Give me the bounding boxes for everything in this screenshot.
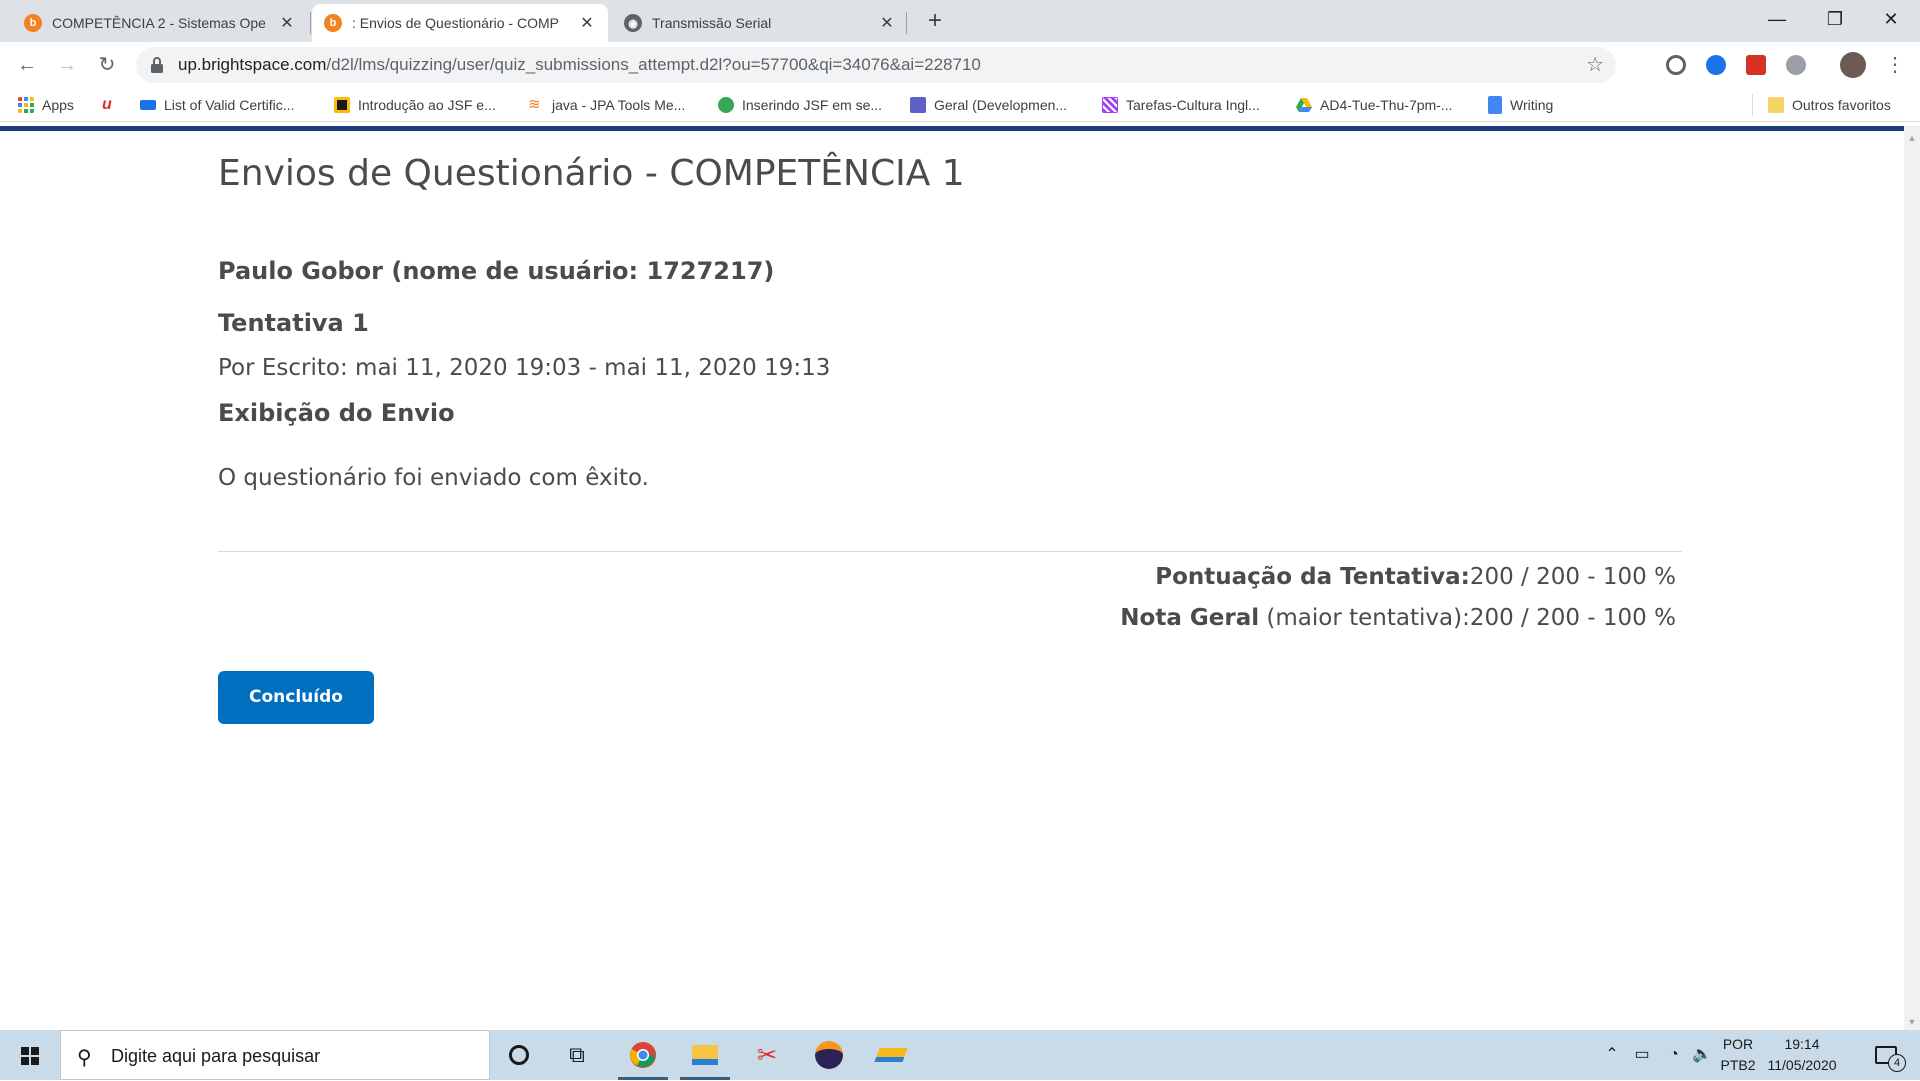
scrollbar[interactable]: ▲ ▼ bbox=[1904, 126, 1920, 1030]
bookmark-outros-favoritos[interactable]: Outros favoritos bbox=[1768, 88, 1891, 122]
app-yellow-icon[interactable] bbox=[862, 1030, 920, 1080]
bookmark-tarefas-cultura[interactable]: Tarefas-Cultura Ingl... bbox=[1102, 88, 1260, 122]
display-heading: Exibição do Envio bbox=[218, 399, 455, 427]
url-text: up.brightspace.com/d2l/lms/quizzing/user… bbox=[178, 55, 981, 74]
attempt-heading: Tentativa 1 bbox=[218, 309, 369, 337]
purple-pattern-icon bbox=[1102, 97, 1118, 113]
tab-transmissao-serial[interactable]: ◉ Transmissão Serial ✕ bbox=[612, 4, 908, 42]
chrome-icon[interactable] bbox=[614, 1030, 672, 1080]
tab-title: COMPETÊNCIA 2 - Sistemas Ope bbox=[52, 15, 266, 31]
cortana-icon[interactable] bbox=[490, 1030, 548, 1080]
bookmark-geral-developmen[interactable]: Geral (Developmen... bbox=[910, 88, 1067, 122]
divider bbox=[218, 551, 1682, 552]
tab-envios-questionario[interactable]: b : Envios de Questionário - COMP ✕ bbox=[312, 4, 608, 42]
bookmark-java-jpa[interactable]: ≋ java - JPA Tools Me... bbox=[528, 88, 685, 122]
extension-red-icon[interactable] bbox=[1746, 55, 1766, 75]
u-logo-icon: u bbox=[102, 96, 112, 113]
file-explorer-icon[interactable] bbox=[676, 1030, 734, 1080]
tab-separator bbox=[310, 12, 311, 34]
bookmarks-bar: Apps u List of Valid Certific... Introdu… bbox=[0, 88, 1920, 122]
tab-separator bbox=[906, 12, 907, 34]
brightspace-icon: b bbox=[324, 14, 342, 32]
apps-grid-icon bbox=[18, 97, 34, 113]
scroll-up-icon[interactable]: ▲ bbox=[1904, 130, 1920, 146]
forward-arrow-icon[interactable]: → bbox=[52, 50, 82, 80]
eclipse-icon[interactable] bbox=[800, 1030, 858, 1080]
tab-competencia-2[interactable]: b COMPETÊNCIA 2 - Sistemas Ope ✕ bbox=[12, 4, 308, 42]
back-arrow-icon[interactable]: ← bbox=[12, 50, 42, 80]
google-docs-icon bbox=[1488, 96, 1502, 114]
reload-icon[interactable]: ↻ bbox=[92, 50, 122, 80]
overall-grade: Nota Geral (maior tentativa):200 / 200 -… bbox=[1120, 605, 1676, 631]
bookmark-ad4[interactable]: AD4-Tue-Thu-7pm-... bbox=[1296, 88, 1453, 122]
bookmark-u[interactable]: u bbox=[102, 88, 126, 122]
taskbar-search[interactable]: ⚲ Digite aqui para pesquisar bbox=[60, 1030, 490, 1080]
bookmark-separator bbox=[1752, 94, 1753, 116]
task-view-icon[interactable]: ⧉ bbox=[548, 1030, 606, 1080]
bookmark-inserindo-jsf[interactable]: Inserindo JSF em se... bbox=[718, 88, 882, 122]
attempt-score: Pontuação da Tentativa:200 / 200 - 100 % bbox=[1155, 564, 1676, 590]
start-button[interactable] bbox=[0, 1030, 60, 1080]
stackoverflow-icon: ≋ bbox=[528, 96, 541, 113]
teams-icon bbox=[910, 97, 926, 113]
clock[interactable]: 19:14 11/05/2020 bbox=[1760, 1034, 1844, 1076]
globe-icon: ◉ bbox=[624, 14, 642, 32]
snipping-tool-icon[interactable]: ✂ bbox=[738, 1030, 796, 1080]
bookmark-apps[interactable]: Apps bbox=[18, 88, 74, 122]
close-icon[interactable]: ✕ bbox=[878, 13, 896, 33]
page-title: Envios de Questionário - COMPETÊNCIA 1 bbox=[218, 153, 965, 194]
close-window-button[interactable]: ✕ bbox=[1862, 0, 1920, 38]
tab-strip: b COMPETÊNCIA 2 - Sistemas Ope ✕ b : Env… bbox=[0, 0, 1920, 42]
battery-icon[interactable]: ▭ bbox=[1628, 1030, 1656, 1080]
extension-circle-icon[interactable] bbox=[1666, 55, 1686, 75]
address-bar[interactable]: up.brightspace.com/d2l/lms/quizzing/user… bbox=[136, 47, 1616, 83]
tab-title: : Envios de Questionário - COMP bbox=[352, 15, 559, 31]
green-circle-icon bbox=[718, 97, 734, 113]
wifi-icon[interactable]: ◔ bbox=[1660, 1030, 1688, 1080]
done-button[interactable]: Concluído bbox=[218, 671, 374, 724]
language-indicator[interactable]: POR PTB2 bbox=[1716, 1034, 1760, 1076]
restore-button[interactable]: ❐ bbox=[1806, 0, 1864, 38]
taskbar: ⚲ Digite aqui para pesquisar ⧉ ✂ ⌃ ▭ ◔ 🔈… bbox=[0, 1030, 1920, 1080]
star-icon[interactable]: ☆ bbox=[1586, 47, 1604, 83]
notification-count: 4 bbox=[1888, 1054, 1906, 1072]
close-icon[interactable]: ✕ bbox=[578, 13, 596, 33]
bookmark-introducao-jsf[interactable]: Introdução ao JSF e... bbox=[334, 88, 496, 122]
user-line: Paulo Gobor (nome de usuário: 1727217) bbox=[218, 257, 775, 285]
extension-hex-icon[interactable] bbox=[1786, 55, 1806, 75]
sap-icon bbox=[140, 100, 156, 110]
page-content: Envios de Questionário - COMPETÊNCIA 1 P… bbox=[0, 126, 1904, 1030]
volume-icon[interactable]: 🔈 bbox=[1688, 1030, 1716, 1080]
menu-dots-icon[interactable]: ⋮ bbox=[1880, 50, 1910, 80]
minimize-button[interactable]: — bbox=[1748, 0, 1806, 38]
notifications-button[interactable]: 4 bbox=[1864, 1030, 1908, 1080]
scroll-down-icon[interactable]: ▼ bbox=[1904, 1014, 1920, 1030]
success-message: O questionário foi enviado com êxito. bbox=[218, 465, 649, 491]
lock-icon bbox=[151, 57, 163, 73]
avatar[interactable] bbox=[1840, 52, 1866, 78]
written-dates: Por Escrito: mai 11, 2020 19:03 - mai 11… bbox=[218, 355, 831, 381]
brightspace-icon: b bbox=[24, 14, 42, 32]
folder-icon bbox=[1768, 97, 1784, 113]
browser-toolbar: ← → ↻ up.brightspace.com/d2l/lms/quizzin… bbox=[0, 42, 1920, 88]
windows-icon bbox=[21, 1047, 39, 1065]
search-icon: ⚲ bbox=[77, 1047, 92, 1069]
tab-title: Transmissão Serial bbox=[652, 15, 772, 31]
extension-globe-icon[interactable] bbox=[1706, 55, 1726, 75]
close-icon[interactable]: ✕ bbox=[278, 13, 296, 33]
search-placeholder: Digite aqui para pesquisar bbox=[111, 1046, 321, 1066]
google-drive-icon bbox=[1296, 98, 1312, 112]
tray-chevron-icon[interactable]: ⌃ bbox=[1600, 1030, 1624, 1080]
bookmark-list-valid-certific[interactable]: List of Valid Certific... bbox=[140, 88, 294, 122]
page-icon bbox=[334, 97, 350, 113]
bookmark-writing[interactable]: Writing bbox=[1488, 88, 1553, 122]
new-tab-button[interactable]: + bbox=[920, 6, 950, 36]
